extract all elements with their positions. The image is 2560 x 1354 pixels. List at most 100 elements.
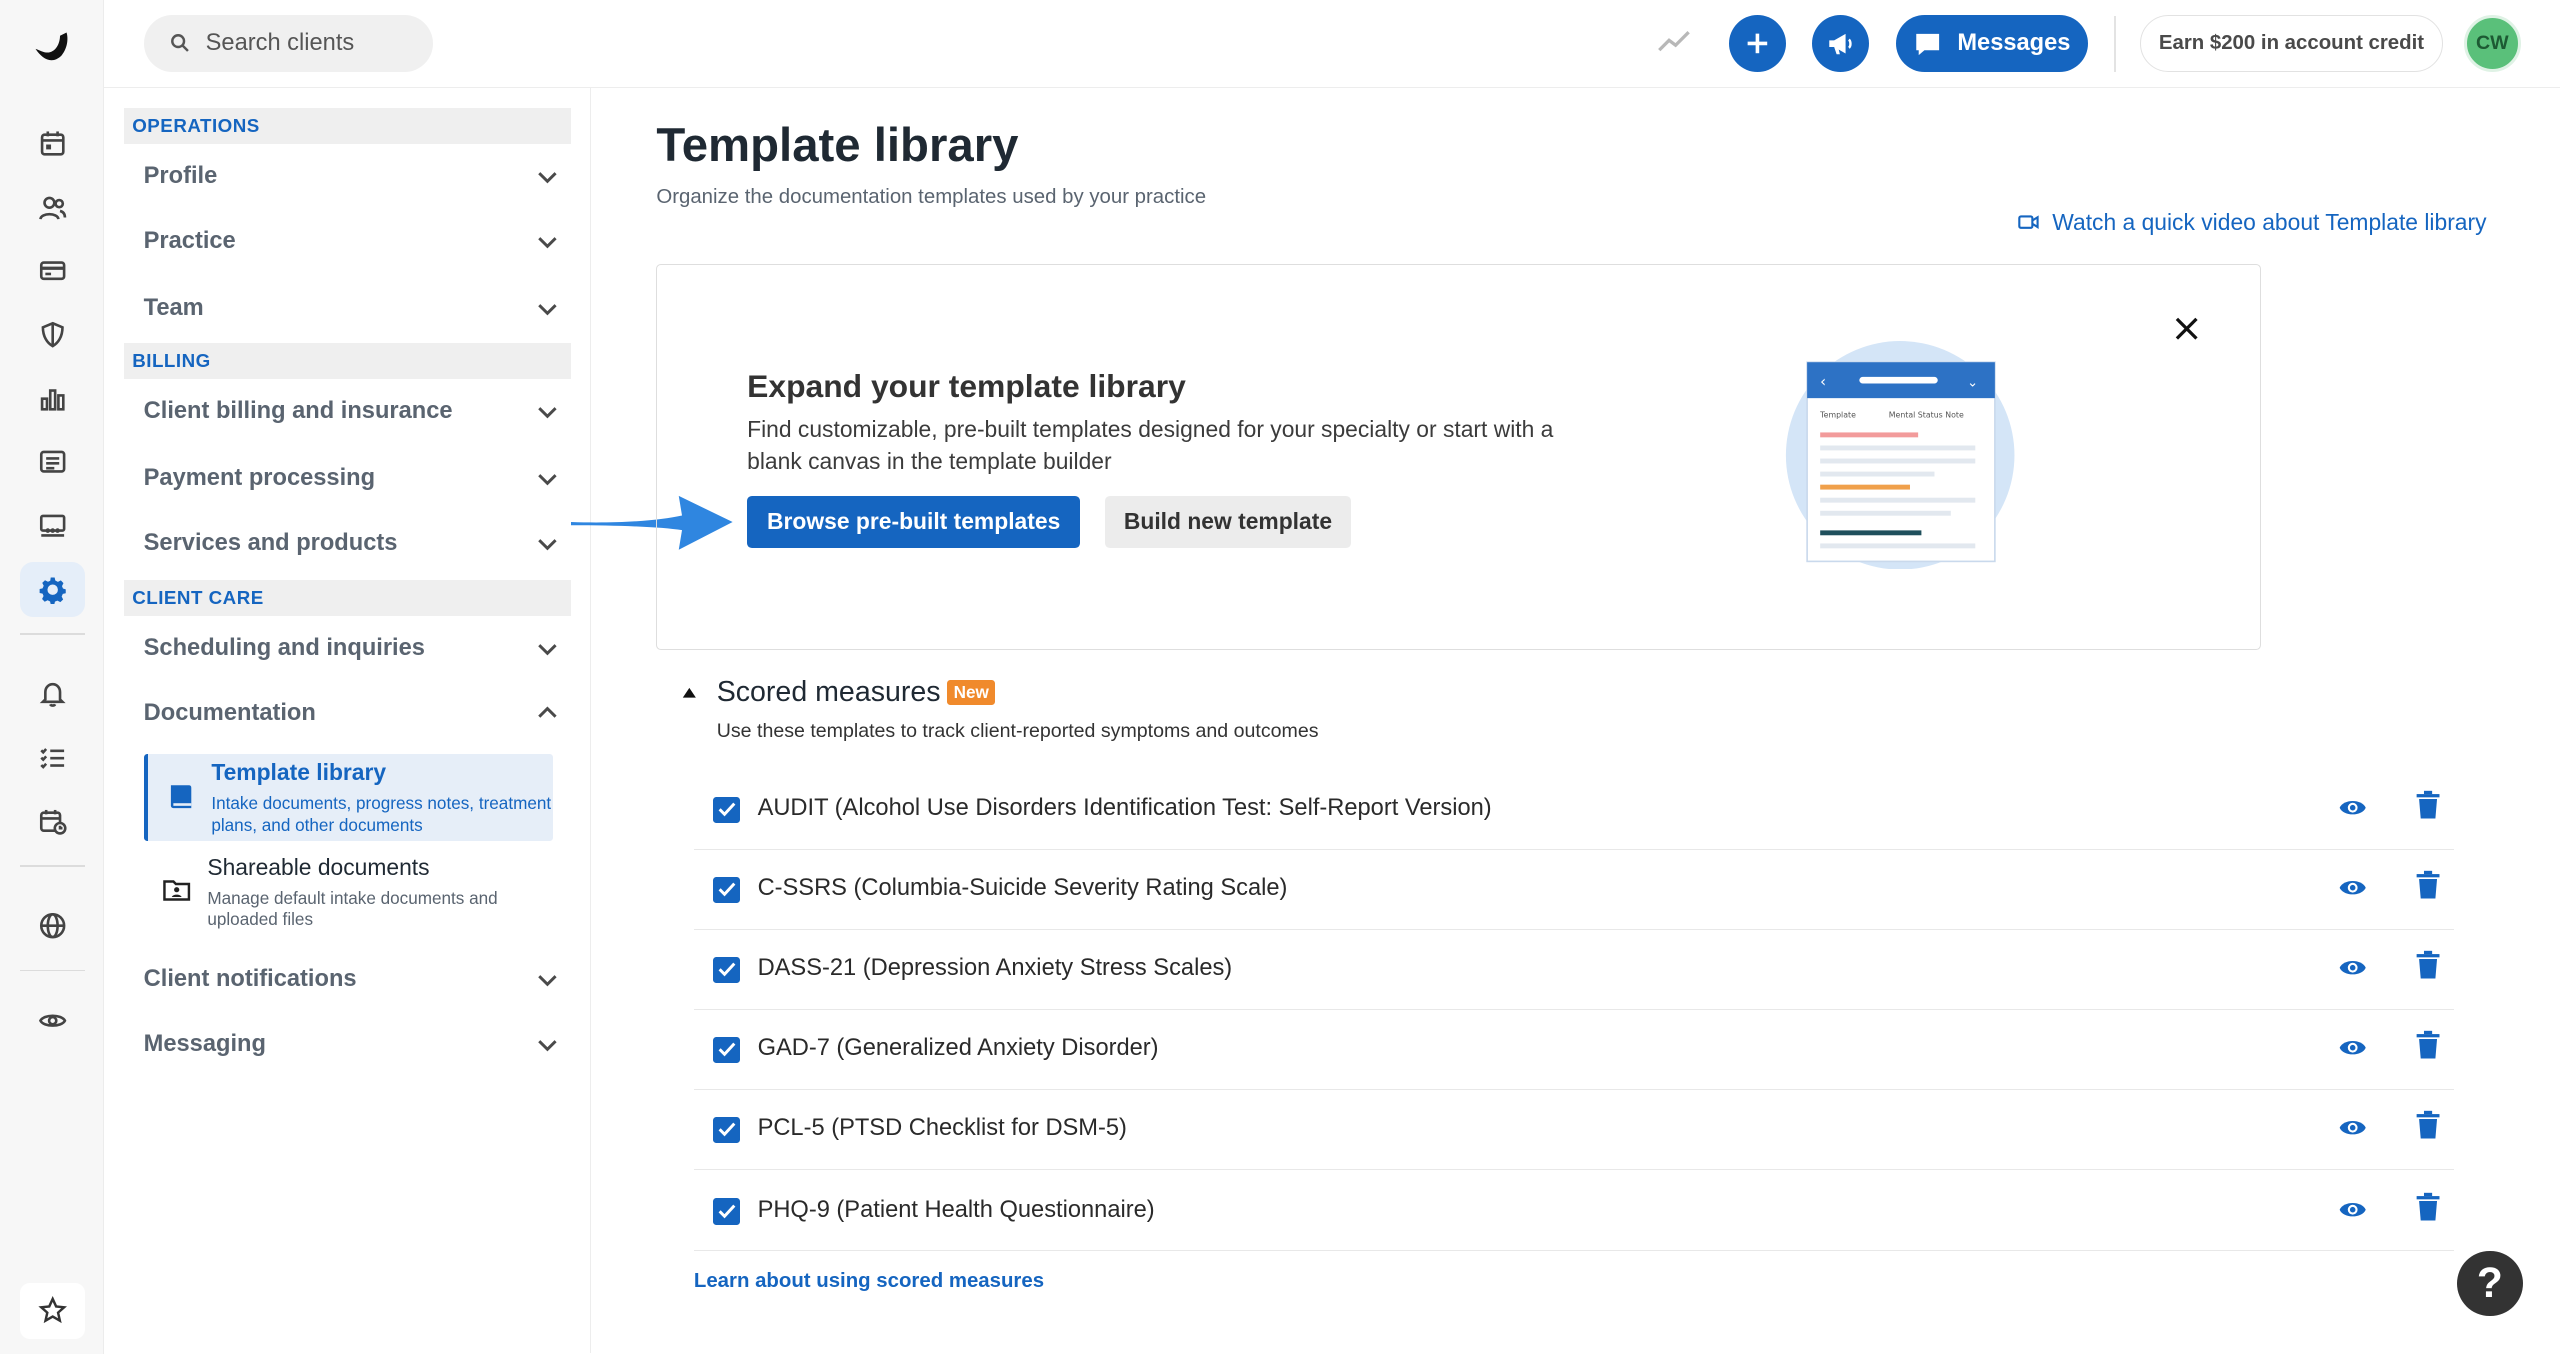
subnav-title: Shareable documents [207,853,430,880]
scheduled-calendar-icon[interactable] [20,793,85,849]
calendar-icon[interactable] [20,116,85,172]
chat-bubble-icon [1916,33,1940,55]
shared-folder-icon [162,880,190,901]
earn-credit-label: Earn $200 in account credit [2158,31,2425,54]
measure-row: DASS-21 (Depression Anxiety Stress Scale… [693,929,2454,1010]
eye-icon[interactable] [2338,793,2367,822]
illustration-col2: Mental Status Note [1888,410,1963,419]
measure-checkbox[interactable] [713,1198,740,1225]
trend-chart-icon[interactable] [1656,24,1692,60]
eye-icon[interactable] [2338,953,2367,982]
measure-checkbox[interactable] [713,956,740,983]
search-icon [170,34,189,53]
chevron-down-icon [537,975,557,987]
top-bar: Messages Earn $200 in account credit CW [104,0,2560,89]
svg-text:‹: ‹ [1820,373,1826,390]
video-camera-icon [2018,215,2039,230]
chevron-down-icon [537,237,557,249]
plus-icon [1747,33,1768,54]
measure-row: GAD-7 (Generalized Anxiety Disorder) [693,1009,2454,1090]
trash-icon[interactable] [2415,950,2441,979]
announcements-button[interactable] [1812,14,1870,72]
search-bar[interactable] [143,14,433,72]
nav-item-profile[interactable]: Profile [144,152,559,201]
nav-item-messaging[interactable]: Messaging [144,1020,559,1069]
nav-item-documentation[interactable]: Documentation [144,689,559,738]
eye-preview-icon[interactable] [20,993,85,1049]
template-library-illustration: ‹ ⌄ Template Mental Status Note [1785,340,2015,570]
subnav-desc: Manage default intake documents and uplo… [207,888,498,930]
icon-rail [0,0,105,1354]
help-button[interactable]: ? [2457,1250,2523,1316]
eye-icon[interactable] [2338,1113,2367,1142]
measure-checkbox[interactable] [713,1116,740,1143]
avatar-initials: CW [2475,31,2509,54]
scored-measures-desc: Use these templates to track client-repo… [716,720,1319,743]
measure-checkbox[interactable] [713,796,740,823]
earn-credit-button[interactable]: Earn $200 in account credit [2140,14,2443,72]
trash-icon[interactable] [2415,1192,2441,1221]
measure-checkbox[interactable] [713,1036,740,1063]
subnav-desc: Intake documents, progress notes, treatm… [211,793,552,835]
subnav-title: Template library [211,759,387,786]
build-template-button[interactable]: Build new template [1104,495,1352,548]
caret-up-icon [683,687,697,698]
nav-item-services-products[interactable]: Services and products [144,519,559,568]
trash-icon[interactable] [2415,790,2441,819]
nav-label: Team [143,295,204,322]
page-subtitle: Organize the documentation templates use… [656,186,1207,209]
eye-icon[interactable] [2338,873,2367,902]
trash-icon[interactable] [2415,870,2441,899]
subnav-shareable-documents[interactable]: Shareable documents Manage default intak… [144,849,554,931]
nav-item-client-billing[interactable]: Client billing and insurance [144,387,559,436]
app-logo-icon[interactable] [29,26,75,72]
subnav-template-library[interactable]: Template library Intake documents, progr… [143,754,554,841]
chevron-down-icon [537,474,557,486]
nav-label: Client notifications [143,966,357,993]
activity-list-icon[interactable] [20,434,85,490]
close-icon[interactable] [2172,314,2201,343]
clients-icon[interactable] [20,180,85,236]
nav-item-client-notifications[interactable]: Client notifications [144,955,559,1004]
notifications-bell-icon[interactable] [20,666,85,722]
nav-label: Documentation [143,699,316,726]
section-header-operations: OPERATIONS [124,107,572,144]
learn-scored-measures-link[interactable]: Learn about using scored measures [694,1270,1044,1293]
measure-label: PHQ-9 (Patient Health Questionnaire) [757,1196,1155,1223]
measure-checkbox[interactable] [713,876,740,903]
nav-item-team[interactable]: Team [144,284,559,333]
nav-label: Messaging [143,1031,266,1058]
nav-item-practice[interactable]: Practice [144,217,559,266]
browse-templates-button[interactable]: Browse pre-built templates [747,495,1081,548]
trash-icon[interactable] [2415,1110,2441,1139]
promo-card: Expand your template library Find custom… [656,264,2262,650]
chevron-down-icon [537,643,557,656]
nav-item-payment-processing[interactable]: Payment processing [144,454,559,503]
create-button[interactable] [1729,14,1787,72]
measure-label: DASS-21 (Depression Anxiety Stress Scale… [757,955,1233,982]
billing-card-icon[interactable] [20,243,85,299]
nav-label: Services and products [143,530,398,557]
trash-icon[interactable] [2415,1030,2441,1059]
measure-label: AUDIT (Alcohol Use Disorders Identificat… [757,795,1492,822]
section-header-client-care: CLIENT CARE [124,579,572,616]
favorites-star-icon[interactable] [19,1283,85,1339]
analytics-icon[interactable] [20,371,85,427]
globe-icon[interactable] [20,898,85,954]
tasks-checklist-icon[interactable] [20,730,85,786]
search-input[interactable] [205,29,402,57]
eye-icon[interactable] [2338,1195,2367,1224]
watch-video-link[interactable]: Watch a quick video about Template libra… [2018,209,2487,236]
marketplace-icon[interactable] [20,498,85,554]
eye-icon[interactable] [2338,1033,2367,1062]
scored-measures-heading: Scored measures [716,675,941,708]
settings-gear-icon[interactable] [19,561,85,618]
insurance-shield-icon[interactable] [20,307,85,363]
nav-item-scheduling[interactable]: Scheduling and inquiries [144,624,559,673]
measure-row: C-SSRS (Columbia-Suicide Severity Rating… [693,849,2454,930]
illustration-col1: Template [1819,410,1856,419]
scored-measures-header[interactable]: Scored measures New [682,675,996,709]
messages-button[interactable]: Messages [1895,14,2089,72]
measure-row: PCL-5 (PTSD Checklist for DSM-5) [693,1089,2454,1170]
user-avatar[interactable]: CW [2463,14,2521,72]
